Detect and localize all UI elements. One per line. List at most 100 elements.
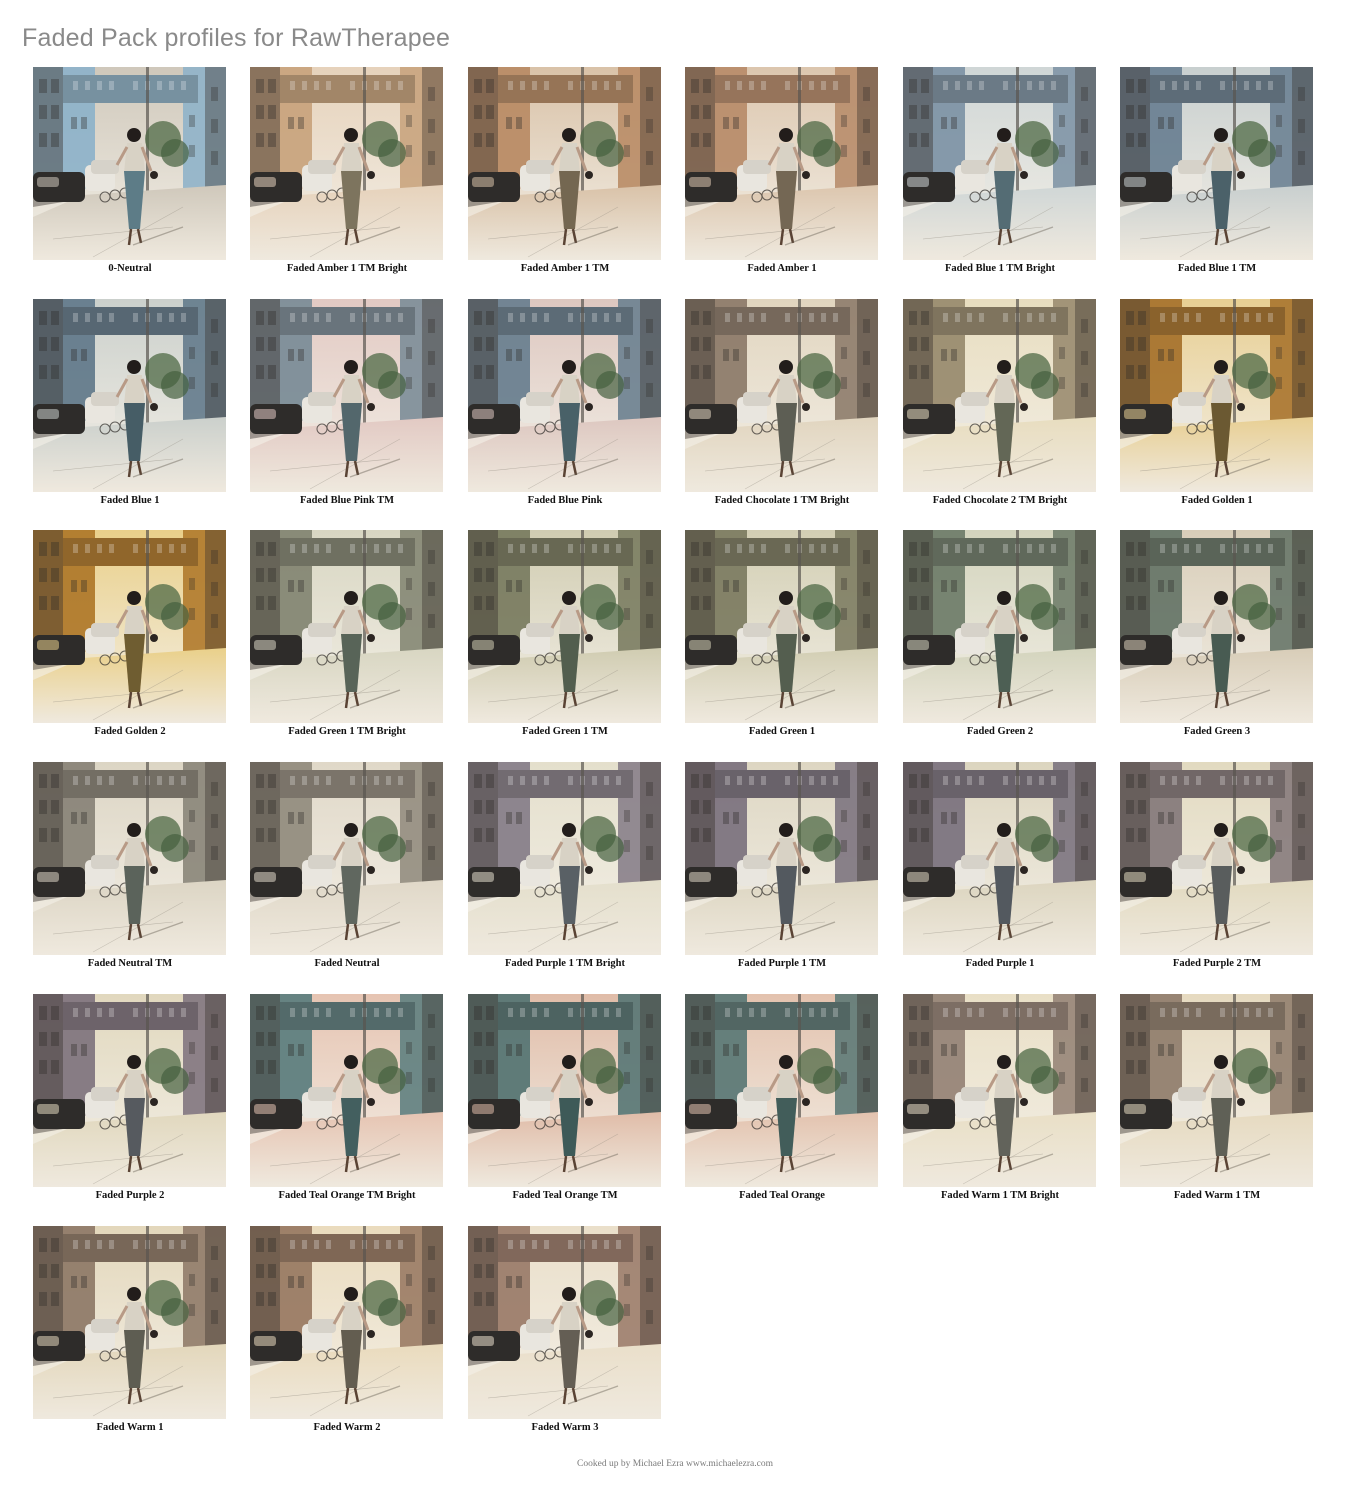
profile-thumbnail	[33, 994, 226, 1187]
profile-thumbnail	[685, 530, 878, 723]
profile-thumbnail	[1120, 67, 1313, 260]
profile-item: Faded Teal Orange	[685, 994, 879, 1210]
profile-thumbnail	[685, 299, 878, 492]
profile-label: Faded Warm 1	[96, 1422, 164, 1433]
profile-item: Faded Warm 1 TM	[1120, 994, 1314, 1210]
profile-thumbnail	[468, 67, 661, 260]
profile-thumbnail	[468, 299, 661, 492]
profile-label: Faded Golden 2	[94, 726, 166, 737]
profile-item: Faded Amber 1	[685, 67, 879, 283]
profile-item: Faded Purple 2 TM	[1120, 762, 1314, 978]
profile-item: Faded Purple 2	[33, 994, 227, 1210]
profile-label: Faded Green 1	[748, 726, 816, 737]
profile-thumbnail	[250, 762, 443, 955]
profile-label: Faded Warm 3	[531, 1422, 599, 1433]
profile-label: Faded Warm 2	[313, 1422, 381, 1433]
profile-label: Faded Blue 1 TM	[1177, 263, 1257, 274]
profile-item: Faded Blue Pink TM	[250, 299, 444, 515]
profile-item: 0-Neutral	[33, 67, 227, 283]
profile-label: Faded Purple 1	[965, 958, 1035, 969]
profile-label: 0-Neutral	[108, 263, 152, 274]
profile-label: Faded Teal Orange TM	[512, 1190, 618, 1201]
profile-label: Faded Chocolate 2 TM Bright	[932, 495, 1068, 506]
profile-label: Faded Blue 1	[100, 495, 160, 506]
page-title: Faded Pack profiles for RawTherapee	[22, 24, 451, 52]
profile-item: Faded Golden 1	[1120, 299, 1314, 515]
profile-item: Faded Teal Orange TM	[468, 994, 662, 1210]
profile-label: Faded Warm 1 TM	[1173, 1190, 1261, 1201]
profile-label: Faded Amber 1 TM Bright	[286, 263, 408, 274]
profile-thumbnail	[250, 1226, 443, 1419]
profile-label: Faded Purple 1 TM Bright	[505, 958, 625, 969]
profile-item: Faded Purple 1 TM	[685, 762, 879, 978]
profile-item: Faded Golden 2	[33, 530, 227, 746]
profile-thumbnail	[250, 994, 443, 1187]
profile-item: Faded Neutral TM	[33, 762, 227, 978]
profile-label: Faded Blue Pink TM	[299, 495, 395, 506]
profile-item: Faded Blue 1	[33, 299, 227, 515]
profile-item: Faded Chocolate 2 TM Bright	[903, 299, 1097, 515]
profile-item: Faded Green 1	[685, 530, 879, 746]
profile-label: Faded Chocolate 1 TM Bright	[714, 495, 850, 506]
profile-item: Faded Green 1 TM Bright	[250, 530, 444, 746]
footer-credit: Cooked up by Michael Ezra www.michaelezr…	[577, 1459, 773, 1469]
profile-label: Faded Warm 1 TM Bright	[940, 1190, 1060, 1201]
profile-thumbnail	[903, 994, 1096, 1187]
profile-item: Faded Amber 1 TM	[468, 67, 662, 283]
profile-thumbnail	[903, 67, 1096, 260]
profile-item: Faded Warm 2	[250, 1226, 444, 1442]
profile-thumbnail	[468, 994, 661, 1187]
profile-thumbnail	[1120, 994, 1313, 1187]
profile-item: Faded Green 2	[903, 530, 1097, 746]
profile-label: Faded Purple 2	[95, 1190, 165, 1201]
profile-thumbnail	[33, 299, 226, 492]
profile-thumbnail	[1120, 530, 1313, 723]
profile-item: Faded Green 1 TM	[468, 530, 662, 746]
profile-thumbnail	[33, 1226, 226, 1419]
profile-thumbnail	[903, 299, 1096, 492]
profile-thumbnail	[33, 67, 226, 260]
profile-label: Faded Green 3	[1183, 726, 1251, 737]
profile-thumbnail	[685, 762, 878, 955]
profile-label: Faded Amber 1	[747, 263, 817, 274]
profile-label: Faded Purple 1 TM	[737, 958, 827, 969]
profile-thumbnail	[468, 530, 661, 723]
profile-label: Faded Blue Pink	[527, 495, 603, 506]
profile-label: Faded Blue 1 TM Bright	[944, 263, 1056, 274]
profile-thumbnail	[250, 530, 443, 723]
profile-item: Faded Warm 1	[33, 1226, 227, 1442]
profile-thumbnail	[468, 1226, 661, 1419]
profile-label: Faded Teal Orange TM Bright	[278, 1190, 416, 1201]
profile-label: Faded Green 1 TM Bright	[288, 726, 406, 737]
profile-thumbnail	[903, 530, 1096, 723]
profile-item: Faded Blue 1 TM	[1120, 67, 1314, 283]
profile-thumbnail	[903, 762, 1096, 955]
profile-thumbnail	[33, 530, 226, 723]
profile-label: Faded Neutral TM	[87, 958, 173, 969]
profile-item: Faded Neutral	[250, 762, 444, 978]
profile-item: Faded Blue 1 TM Bright	[903, 67, 1097, 283]
profile-label: Faded Green 2	[966, 726, 1034, 737]
profile-item: Faded Warm 1 TM Bright	[903, 994, 1097, 1210]
profile-label: Faded Neutral	[314, 958, 380, 969]
profile-thumbnail	[468, 762, 661, 955]
profile-item: Faded Blue Pink	[468, 299, 662, 515]
profile-thumbnail	[1120, 762, 1313, 955]
profile-thumbnail	[1120, 299, 1313, 492]
profile-item: Faded Purple 1 TM Bright	[468, 762, 662, 978]
profile-label: Faded Teal Orange	[739, 1190, 825, 1201]
profile-item: Faded Green 3	[1120, 530, 1314, 746]
profile-item: Faded Warm 3	[468, 1226, 662, 1442]
profile-item: Faded Amber 1 TM Bright	[250, 67, 444, 283]
profile-label: Faded Green 1 TM	[522, 726, 608, 737]
profile-label: Faded Purple 2 TM	[1172, 958, 1262, 969]
profile-label: Faded Amber 1 TM	[520, 263, 610, 274]
profile-item: Faded Teal Orange TM Bright	[250, 994, 444, 1210]
profile-item: Faded Purple 1	[903, 762, 1097, 978]
profile-grid: 0-Neutral Faded Amber 1 TM Bright Faded …	[33, 67, 1323, 1447]
profile-item: Faded Chocolate 1 TM Bright	[685, 299, 879, 515]
profile-thumbnail	[685, 67, 878, 260]
profile-thumbnail	[250, 67, 443, 260]
profile-thumbnail	[250, 299, 443, 492]
profile-thumbnail	[685, 994, 878, 1187]
